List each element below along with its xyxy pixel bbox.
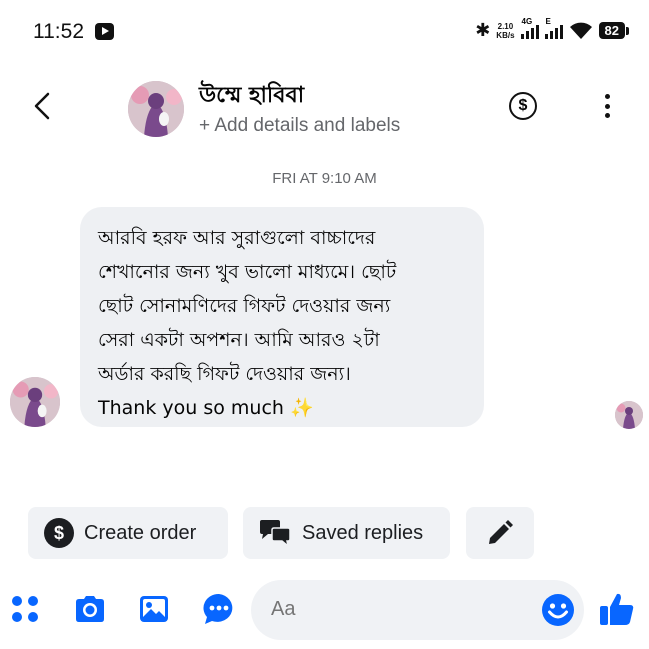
create-order-label: Create order — [84, 521, 197, 544]
pencil-icon — [489, 520, 513, 544]
add-details-link[interactable]: + Add details and labels — [199, 115, 400, 137]
message-text: আরবি হরফ আর সুরাগুলো বাচ্চাদের শেখানোর জ… — [98, 227, 397, 419]
contact-avatar[interactable] — [128, 81, 184, 137]
message-composer[interactable] — [251, 580, 584, 640]
status-bar: 11:52 ✱ 2.10 KB/s 4G E 82 — [0, 0, 649, 62]
network-speed-value: 2.10 — [497, 21, 514, 31]
camera-icon[interactable] — [73, 592, 107, 626]
wifi-icon — [569, 22, 592, 39]
battery-level: 82 — [598, 22, 630, 39]
saved-replies-icon — [260, 520, 291, 547]
message-bubble[interactable]: আরবি হরফ আর সুরাগুলো বাচ্চাদের শেখানোর জ… — [80, 207, 484, 427]
payment-dollar-icon[interactable]: $ — [509, 92, 537, 120]
seen-receipt-avatar — [615, 401, 643, 429]
more-options-icon[interactable] — [600, 92, 614, 120]
dollar-circle-icon: $ — [44, 518, 74, 548]
back-arrow-icon[interactable] — [32, 92, 52, 120]
status-time: 11:52 — [33, 20, 84, 43]
more-actions-icon[interactable] — [8, 592, 42, 626]
youtube-notification-icon — [95, 23, 114, 40]
system-icons: ✱ 2.10 KB/s 4G E 82 — [475, 17, 630, 41]
message-input[interactable] — [271, 598, 511, 621]
signal-4g-icon: 4G — [520, 17, 539, 39]
bluetooth-icon: ✱ — [475, 20, 491, 41]
chat-bubble-icon[interactable] — [202, 592, 236, 626]
contact-name[interactable]: উম্মে হাবিবা — [199, 78, 304, 115]
sender-avatar[interactable] — [10, 377, 60, 427]
network-speed: 2.10 KB/s — [496, 22, 514, 40]
saved-replies-label: Saved replies — [302, 521, 424, 544]
thumbs-up-icon[interactable] — [598, 590, 636, 628]
saved-replies-button[interactable]: Saved replies — [243, 507, 450, 559]
emoji-icon[interactable] — [540, 592, 576, 628]
network-type-e: E — [545, 16, 551, 26]
avatar-photo-icon — [615, 401, 643, 429]
signal-e-icon: E — [544, 17, 563, 39]
edit-button[interactable] — [466, 507, 534, 559]
network-type-4g: 4G — [521, 16, 533, 26]
avatar-photo-icon — [10, 377, 60, 427]
create-order-button[interactable]: $ Create order — [28, 507, 228, 559]
gallery-icon[interactable] — [137, 592, 171, 626]
message-timestamp: FRI AT 9:10 AM — [272, 170, 377, 187]
network-speed-unit: KB/s — [496, 30, 515, 40]
avatar-photo-icon — [128, 81, 184, 137]
